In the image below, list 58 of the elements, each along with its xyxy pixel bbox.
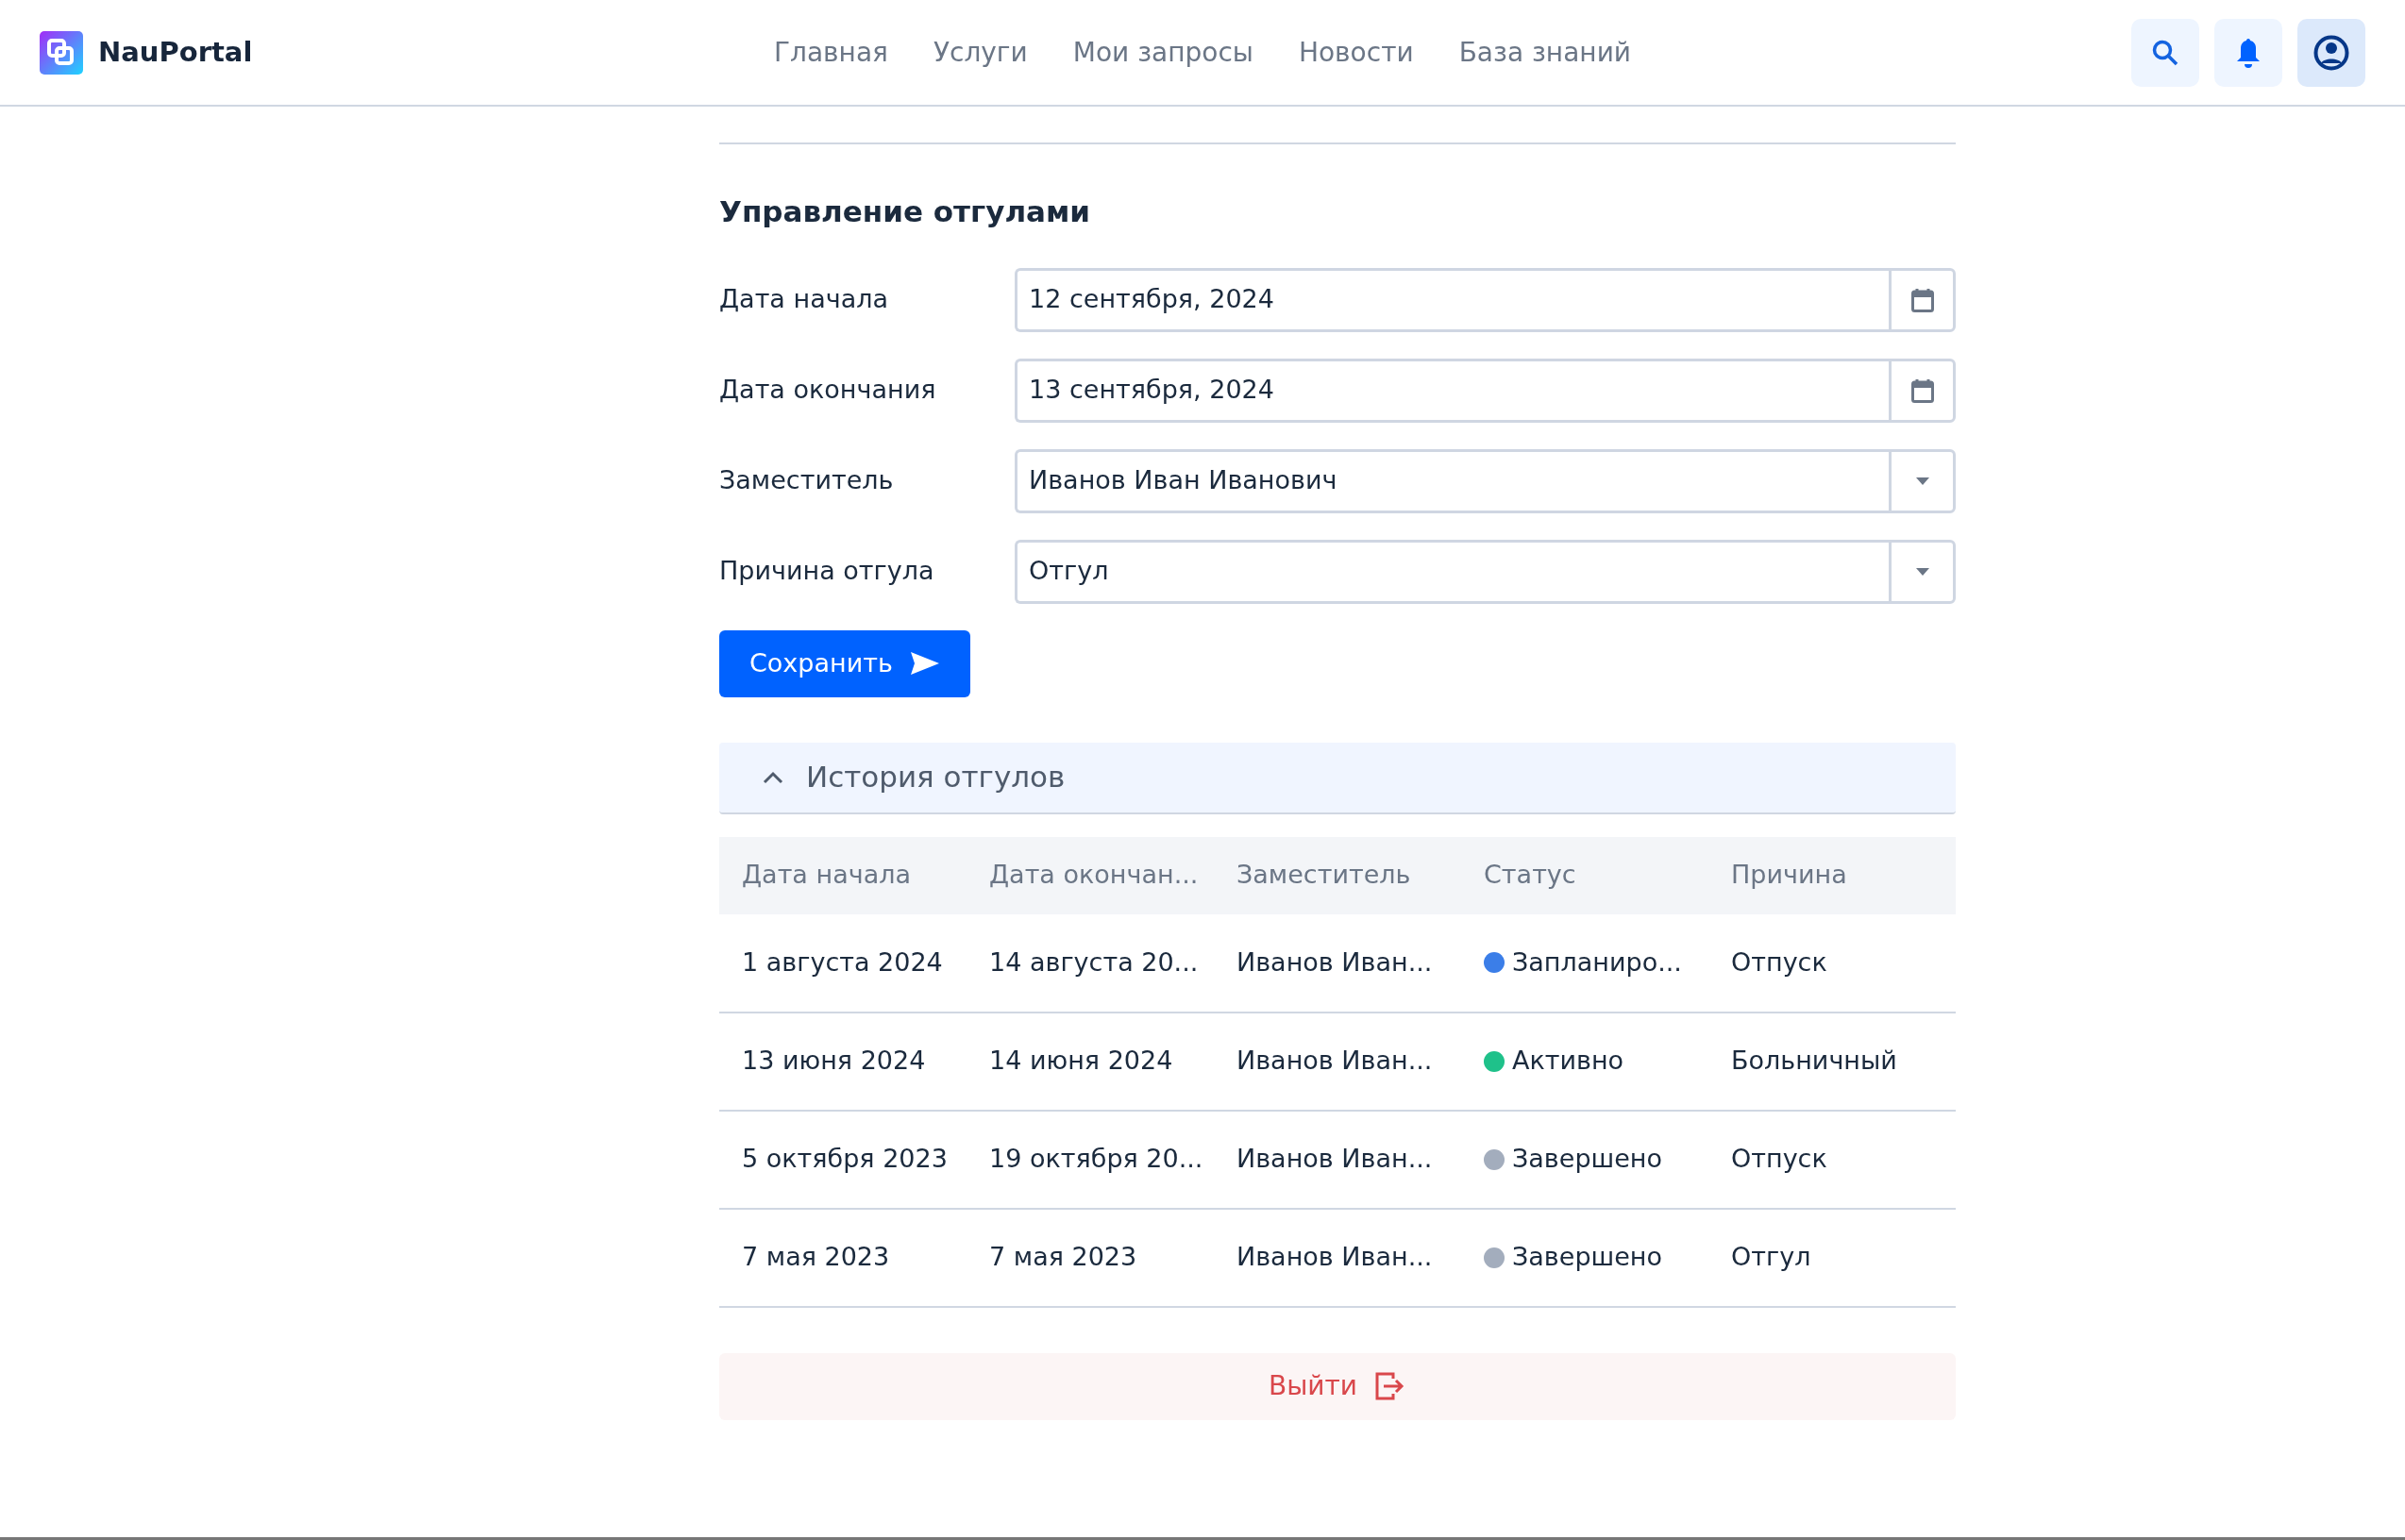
table-cell: 5 октября 2023 — [719, 1110, 967, 1209]
date-field[interactable]: 13 сентября, 2024 — [1015, 358, 1889, 423]
profile-button[interactable] — [2297, 18, 2365, 87]
table-cell: 13 июня 2024 — [719, 1012, 967, 1111]
table-cell: 14 августа 20... — [967, 913, 1214, 1013]
column-header: Статус — [1461, 836, 1708, 914]
nav-link[interactable]: База знаний — [1458, 32, 1632, 73]
save-button[interactable]: Сохранить — [719, 629, 970, 697]
date-field[interactable]: 12 сентября, 2024 — [1015, 267, 1889, 332]
logo-icon — [40, 30, 83, 75]
caret-icon — [1915, 477, 1929, 485]
select-field[interactable]: Иванов Иван Иванович — [1015, 448, 1889, 513]
status-text: Активно — [1512, 1045, 1624, 1078]
search-icon — [2151, 38, 2179, 67]
field-label: Дата окончания — [719, 374, 937, 407]
calendar-button[interactable] — [1889, 358, 1956, 423]
column-header: Дата окончан... — [967, 836, 1214, 914]
table-cell: 7 мая 2023 — [719, 1208, 967, 1307]
table-cell: 1 августа 2024 — [719, 913, 967, 1013]
caret-icon — [1915, 567, 1929, 576]
nav-link[interactable]: Мои запросы — [1072, 32, 1253, 73]
nav-link[interactable]: Услуги — [933, 32, 1028, 73]
nav-link[interactable]: Главная — [773, 32, 888, 73]
field-label: Причина отгула — [719, 555, 935, 588]
notification-button[interactable] — [2214, 18, 2282, 87]
table-cell: Иванов Иван... — [1214, 913, 1461, 1013]
send-icon — [909, 651, 940, 676]
user-icon — [2313, 34, 2349, 71]
status-text: Запланиро... — [1512, 946, 1682, 979]
table-cell: Иванов Иван... — [1214, 1110, 1461, 1209]
section-title: Управление отгулами — [719, 193, 1092, 230]
calendar-icon — [1910, 377, 1934, 403]
chevron-icon — [763, 770, 783, 784]
table-cell: 19 октября 20... — [967, 1110, 1214, 1209]
field-label: Заместитель — [719, 464, 895, 497]
column-header: Заместитель — [1214, 836, 1461, 914]
status-text: Завершено — [1512, 1143, 1662, 1176]
logout-button[interactable]: Выйти — [719, 1352, 1956, 1420]
table-cell: Отгул — [1708, 1208, 1956, 1307]
table-cell: 14 июня 2024 — [967, 1012, 1214, 1111]
table-cell: Иванов Иван... — [1214, 1208, 1461, 1307]
table-cell: 7 мая 2023 — [967, 1208, 1214, 1307]
table-cell: Отпуск — [1708, 1110, 1956, 1209]
table-cell: Иванов Иван... — [1214, 1012, 1461, 1111]
history-accordion[interactable]: История отгулов — [719, 742, 1956, 814]
column-header: Дата начала — [719, 836, 967, 914]
field-label: Дата начала — [719, 283, 889, 316]
calendar-button[interactable] — [1889, 267, 1956, 332]
search-button[interactable] — [2131, 18, 2199, 87]
status-text: Завершено — [1512, 1241, 1662, 1274]
table-cell: Больничный — [1708, 1012, 1956, 1111]
select-field[interactable]: Отгул — [1015, 539, 1889, 604]
table-cell: Отпуск — [1708, 913, 1956, 1013]
nav-link[interactable]: Новости — [1298, 32, 1414, 73]
column-header: Причина — [1708, 836, 1956, 914]
calendar-icon — [1910, 287, 1934, 312]
brand-name[interactable]: NauPortal — [98, 31, 253, 74]
exit-icon — [1374, 1371, 1406, 1401]
